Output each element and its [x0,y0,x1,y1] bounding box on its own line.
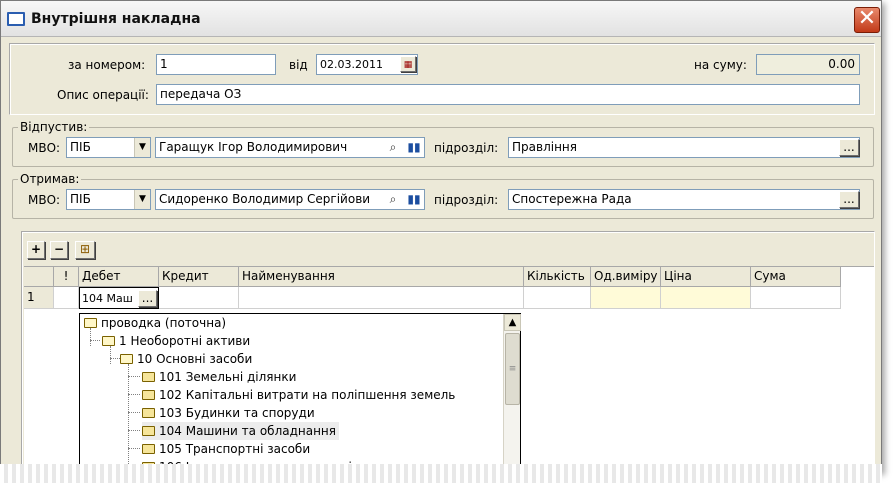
tree-item-label: 10 Основні засоби [137,352,253,366]
tree-item-land[interactable]: 101 Земельні ділянки [142,368,296,386]
tree-item-machinery-selected[interactable]: 104 Машини та обладнання [142,422,339,440]
search-icon[interactable]: ⌕ [385,191,401,207]
add-row-button[interactable]: + [27,241,45,259]
row-number-cell[interactable]: 1 [24,287,54,309]
column-header-num[interactable] [24,267,54,287]
folder-icon [142,390,155,400]
tree-connector [128,430,140,431]
date-label: від [289,58,308,72]
tree-item-vehicles[interactable]: 105 Транспортні засоби [142,440,310,458]
close-button[interactable]: ✕ [854,7,880,33]
number-input[interactable]: 1 [156,54,276,75]
receiver-mvo-type-select[interactable]: ПІБ ▼ [66,189,151,210]
tree-item-root[interactable]: проводка (поточна) [84,314,226,332]
sender-subdivision-field[interactable]: Правління [508,137,860,158]
column-header-flag[interactable]: ! [54,267,79,287]
torn-edge [0,464,882,483]
sender-mvo-type-value: ПІБ [70,140,91,154]
folder-open-icon [102,336,115,346]
folder-open-icon [84,318,97,328]
date-value: 02.03.2011 [320,58,383,71]
tree-item-label: 103 Будинки та споруди [159,406,315,420]
grid-options-button[interactable]: ⊞ [75,241,95,259]
search-icon[interactable]: ⌕ [385,139,401,155]
row-debit-value: 104 Маш [82,292,133,305]
receiver-subdivision-browse-button[interactable]: ... [839,191,859,208]
receiver-subdivision-label: підрозділ: [434,193,499,207]
row-flag-cell[interactable] [54,287,79,309]
column-header-unit[interactable]: Од.виміру [591,267,661,287]
row-name-cell[interactable] [239,287,524,309]
tree-connector [128,412,140,413]
tree-item-buildings[interactable]: 103 Будинки та споруди [142,404,315,422]
tree-item-label: 1 Необоротні активи [119,334,251,348]
sender-mvo-label: МВО: [28,141,61,155]
data-grid: ! Дебет Кредит Найменування Кількість Од… [24,266,874,471]
tree-item-label: 102 Капітальні витрати на поліпшення зем… [159,388,456,402]
row-credit-cell[interactable] [159,287,239,309]
book-icon[interactable]: ▮▮ [406,139,422,155]
sender-subdivision-browse-button[interactable]: ... [839,139,859,156]
tree-item-label: проводка (поточна) [101,316,227,330]
description-input[interactable]: передача ОЗ [156,84,860,105]
row-price-cell[interactable] [661,287,751,309]
tree-item-label: 101 Земельні ділянки [159,370,297,384]
title-bar: Внутрішня накладна ✕ [1,1,881,37]
description-label: Опис операції: [57,88,149,102]
tree-item-noncurrent-assets[interactable]: 1 Необоротні активи [102,332,250,350]
column-header-debit[interactable]: Дебет [79,267,159,287]
debit-browse-button[interactable]: ... [138,290,157,307]
grid-panel: + − ⊞ ! Дебет Кредит Найменування Кількі… [21,231,875,471]
folder-icon [142,372,155,382]
book-icon[interactable]: ▮▮ [406,191,422,207]
row-unit-cell[interactable] [591,287,661,309]
remove-row-button[interactable]: − [50,241,68,259]
tree-connector [128,394,140,395]
folder-icon [142,426,155,436]
tree-connector [128,376,140,377]
folder-icon [142,408,155,418]
column-header-price[interactable]: Ціна [661,267,751,287]
tree-connector [128,448,140,449]
receiver-legend: Отримав: [18,172,82,186]
dialog-window: Внутрішня накладна ✕ за номером: 1 від 0… [0,0,882,472]
receiver-mvo-type-value: ПІБ [70,192,91,206]
receiver-mvo-label: МВО: [28,193,61,207]
tree-connector [110,358,120,359]
scrollbar-thumb[interactable]: ≡ [505,333,520,405]
sum-field: 0.00 [756,54,860,75]
column-header-sum[interactable]: Сума [751,267,841,287]
chevron-down-icon[interactable]: ▼ [134,190,150,209]
row-sum-cell[interactable] [751,287,841,309]
folder-icon [142,444,155,454]
tree-item-label: 105 Транспортні засоби [159,442,311,456]
calendar-icon[interactable]: ▦ [400,56,416,72]
tree-connector [90,340,100,341]
folder-open-icon [120,354,133,364]
receiver-subdivision-field[interactable]: Спостережна Рада [508,189,860,210]
window-title: Внутрішня накладна [31,11,201,27]
tree-connector [128,364,129,471]
column-header-name[interactable]: Найменування [239,267,524,287]
sum-label: на суму: [694,58,747,72]
sender-legend: Відпустив: [18,120,90,134]
number-label: за номером: [68,58,146,72]
chevron-up-icon[interactable]: ▲ [504,314,521,331]
header-panel: за номером: 1 від 02.03.2011 ▦ на суму: … [9,43,875,115]
sender-subdivision-label: підрозділ: [434,141,499,155]
chevron-down-icon[interactable]: ▼ [134,138,150,157]
tree-item-fixed-assets[interactable]: 10 Основні засоби [120,350,252,368]
tree-item-capital-expenditure[interactable]: 102 Капітальні витрати на поліпшення зем… [142,386,455,404]
column-header-credit[interactable]: Кредит [159,267,239,287]
column-header-quantity[interactable]: Кількість [524,267,591,287]
sender-mvo-type-select[interactable]: ПІБ ▼ [66,137,151,158]
window-icon [7,12,25,26]
account-tree-dropdown[interactable]: проводка (поточна) 1 Необоротні активи 1… [79,313,521,471]
row-quantity-cell[interactable] [524,287,591,309]
tree-item-label: 104 Машини та обладнання [159,424,336,438]
tree-scrollbar[interactable]: ▲ ≡ [503,314,521,471]
